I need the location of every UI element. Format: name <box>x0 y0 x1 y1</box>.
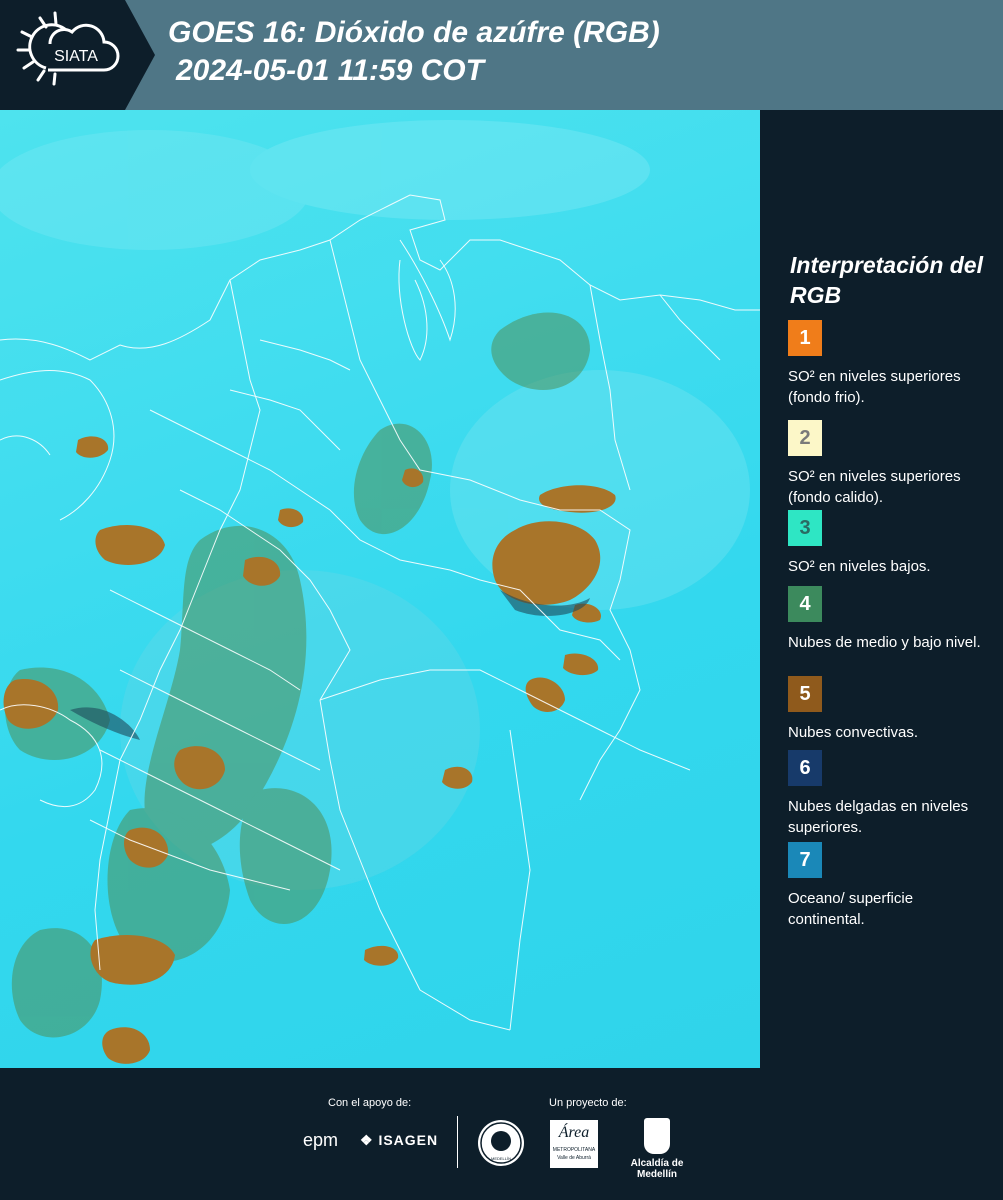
footer-divider <box>457 1116 458 1168</box>
legend-item-5: 5 Nubes convectivas. <box>788 676 988 743</box>
legend-title: Interpretación del RGB <box>790 252 983 308</box>
legend-item-6: 6 Nubes delgadas en niveles superiores. <box>788 750 988 838</box>
legend-swatch: 6 <box>788 750 822 786</box>
legend-item-4: 4 Nubes de medio y bajo nivel. <box>788 586 988 653</box>
footer: Con el apoyo de: Un proyecto de: epm ❖ I… <box>0 1068 1003 1200</box>
legend-label: Oceano/ superficie continental. <box>788 890 914 928</box>
legend-swatch: 4 <box>788 586 822 622</box>
legend-item-2: 2 SO² en niveles superiores (fondo calid… <box>788 420 988 508</box>
legend-swatch: 5 <box>788 676 822 712</box>
legend-item-7: 7 Oceano/ superficie continental. <box>788 842 988 930</box>
header: SIATA GOES 16: Dióxido de azúfre (RGB) 2… <box>0 0 1003 110</box>
legend-label: Nubes convectivas. <box>788 724 919 741</box>
alcaldia-logo: Alcaldía de Medellín <box>611 1118 703 1180</box>
area-logo-sub1: METROPOLITANA <box>552 1147 596 1153</box>
legend-item-1: 1 SO² en niveles superiores (fondo frio)… <box>788 320 988 408</box>
seal-text: MEDELLÍN <box>491 1156 511 1161</box>
title-line-2: 2024-05-01 11:59 COT <box>176 54 484 87</box>
legend-swatch: 2 <box>788 420 822 456</box>
alcaldia-logo-text: Alcaldía de Medellín <box>630 1158 684 1180</box>
logo-text: SIATA <box>54 48 98 65</box>
area-metropolitana-logo: Área METROPOLITANA Valle de Aburrá <box>550 1120 598 1168</box>
legend-panel: Interpretación del RGB 1 SO² en niveles … <box>760 110 1003 1068</box>
legend-label: SO² en niveles superiores (fondo calido)… <box>788 468 961 506</box>
legend-label: SO² en niveles superiores (fondo frio). <box>788 368 961 406</box>
area-logo-sub2: Valle de Aburrá <box>557 1155 591 1161</box>
isagen-logo: ❖ ISAGEN <box>360 1132 438 1149</box>
legend-label: Nubes delgadas en niveles superiores. <box>788 798 969 836</box>
support-label: Con el apoyo de: <box>328 1097 412 1109</box>
isagen-logo-text: ISAGEN <box>378 1132 439 1148</box>
epm-logo: epm <box>303 1130 338 1151</box>
satellite-map <box>0 110 760 1068</box>
isagen-icon: ❖ <box>360 1132 374 1148</box>
epm-logo-text: epm <box>303 1130 339 1150</box>
legend-swatch: 1 <box>788 320 822 356</box>
legend-swatch: 3 <box>788 510 822 546</box>
legend-swatch: 7 <box>788 842 822 878</box>
page-title: GOES 16: Dióxido de azúfre (RGB) 2024-05… <box>168 14 660 90</box>
medellin-seal: MEDELLÍN <box>478 1120 524 1166</box>
siata-logo: SIATA <box>0 0 155 110</box>
alcaldia-shield-icon <box>644 1118 670 1154</box>
title-line-1: GOES 16: Dióxido de azúfre (RGB) <box>168 16 660 49</box>
legend-label: Nubes de medio y bajo nivel. <box>788 634 981 651</box>
legend-item-3: 3 SO² en niveles bajos. <box>788 510 988 577</box>
project-label: Un proyecto de: <box>549 1097 627 1109</box>
legend-label: SO² en niveles bajos. <box>788 558 931 575</box>
area-logo-text: Área <box>558 1124 590 1141</box>
